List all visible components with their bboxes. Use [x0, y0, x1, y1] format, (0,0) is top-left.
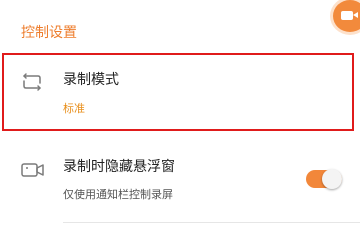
floating-record-button[interactable]: [333, 0, 360, 32]
settings-panel: 控制设置 录制模式 标准 录制时隐藏悬浮窗 仅使用通知栏控制录屏: [0, 0, 360, 240]
section-title: 控制设置: [21, 25, 77, 41]
hide-float-window-setting[interactable]: 录制时隐藏悬浮窗 仅使用通知栏控制录屏: [0, 145, 360, 225]
hide-float-window-title: 录制时隐藏悬浮窗: [63, 159, 175, 175]
hide-float-window-description: 仅使用通知栏控制录屏: [63, 188, 173, 201]
record-mode-value: 标准: [63, 102, 85, 115]
toggle-knob: [322, 169, 342, 189]
rotate-loop-icon: [23, 73, 41, 91]
record-mode-setting[interactable]: 录制模式 标准: [0, 53, 360, 133]
hide-float-window-toggle[interactable]: [306, 169, 342, 189]
record-mode-title: 录制模式: [63, 72, 119, 88]
video-camera-icon: [341, 11, 353, 20]
video-camera-icon: [21, 163, 44, 177]
row-divider: [63, 222, 360, 223]
